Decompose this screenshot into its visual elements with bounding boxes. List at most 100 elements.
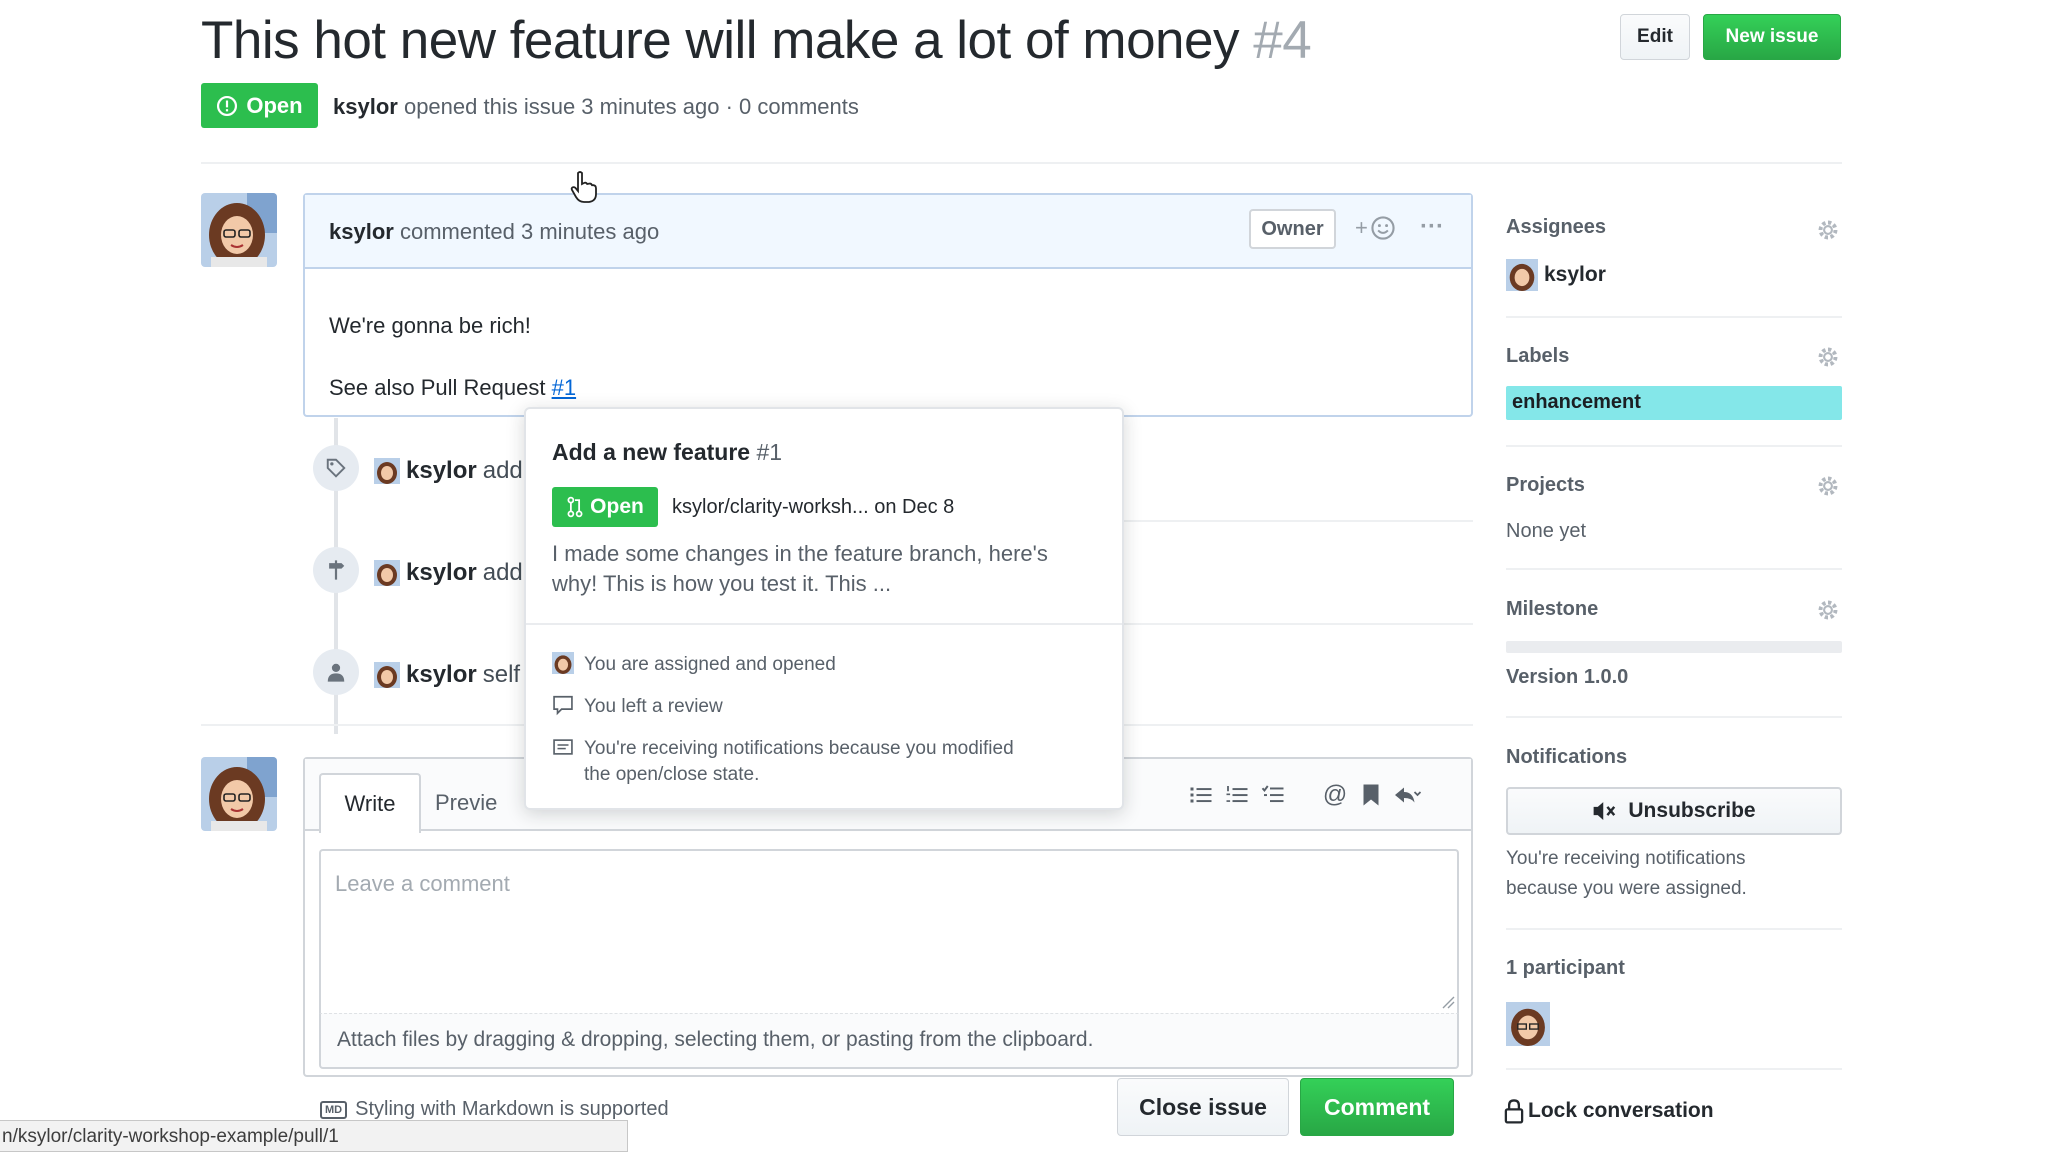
milestone-icon [313, 547, 359, 593]
pull-request-hovercard: Add a new feature #1 Open ksylor/clarity… [524, 407, 1124, 810]
lock-conversation-label: Lock conversation [1528, 1099, 1714, 1122]
lock-icon [1504, 1099, 1524, 1124]
unsubscribe-button[interactable]: Unsubscribe [1506, 787, 1842, 835]
notification-icon [553, 739, 573, 755]
comment-more-options-button[interactable]: ··· [1420, 213, 1444, 241]
issue-state-badge: Open [201, 83, 318, 128]
lock-conversation-button[interactable]: Lock conversation [1504, 1098, 1714, 1124]
tab-write[interactable]: Write [319, 773, 421, 833]
issue-state-label: Open [246, 92, 303, 118]
avatar-small-icon [374, 662, 400, 688]
browser-status-bar: n/ksylor/clarity-workshop-example/pull/1 [0, 1120, 628, 1152]
markdown-toolbar: @ [1185, 779, 1423, 811]
comment-icon [553, 695, 573, 716]
markdown-icon: MD [320, 1100, 348, 1119]
issue-meta: ksylor opened this issue 3 minutes ago ·… [333, 94, 859, 120]
mention-icon[interactable]: @ [1319, 779, 1351, 811]
hovercard-number: #1 [756, 439, 783, 465]
ordered-list-icon[interactable] [1221, 779, 1253, 811]
gear-icon[interactable] [1816, 218, 1840, 242]
timeline-user[interactable]: ksylor [406, 457, 477, 485]
issue-title: This hot new feature will make a lot of … [201, 10, 1312, 71]
unordered-list-icon[interactable] [1185, 779, 1217, 811]
avatar[interactable] [201, 193, 277, 267]
comment-author-line: ksylor commented 3 minutes ago [329, 219, 659, 245]
timeline-divider [1124, 623, 1473, 625]
new-issue-button[interactable]: New issue [1703, 14, 1841, 60]
reply-icon[interactable] [1391, 779, 1423, 811]
comment-button[interactable]: Comment [1300, 1078, 1454, 1136]
markdown-note: MD Styling with Markdown is supported [320, 1098, 669, 1121]
markdown-note-text[interactable]: Styling with Markdown is supported [355, 1098, 668, 1121]
edit-button[interactable]: Edit [1620, 14, 1690, 60]
pull-request-link[interactable]: #1 [552, 375, 576, 400]
participants-heading: 1 participant [1506, 957, 1625, 979]
notifications-reason: You're receiving notifications because y… [1506, 844, 1747, 904]
participant-avatar[interactable] [1506, 1002, 1550, 1046]
assignee-name: ksylor [1544, 263, 1606, 286]
issue-comment: ksylor commented 3 minutes ago Owner + ·… [303, 193, 1473, 417]
comment-input[interactable]: Leave a comment [319, 849, 1459, 1013]
issue-meta-text: opened this issue 3 minutes ago · 0 comm… [403, 94, 859, 119]
task-list-icon[interactable] [1257, 779, 1289, 811]
hovercard-title[interactable]: Add a new feature #1 [552, 439, 782, 466]
sidebar-divider [1506, 445, 1842, 447]
comment-line-2-prefix: See also Pull Request [329, 375, 546, 400]
hovercard-description: I made some changes in the feature branc… [552, 541, 1048, 596]
timeline-user[interactable]: ksylor [406, 661, 477, 689]
gear-icon[interactable] [1816, 345, 1840, 369]
smiley-icon [1371, 216, 1395, 240]
timeline-user[interactable]: ksylor [406, 559, 477, 587]
hovercard-repo[interactable]: ksylor/clarity-worksh... on Dec 8 [672, 496, 954, 519]
sidebar-divider [1506, 928, 1842, 930]
hovercard-reason-text: You're receiving notifications because y… [584, 736, 1014, 788]
sidebar-divider [1506, 316, 1842, 318]
notifications-reason-line: You're receiving notifications [1506, 848, 1746, 869]
avatar-small-icon [552, 652, 574, 674]
avatar-image [201, 193, 277, 267]
hovercard-title-text: Add a new feature [552, 439, 751, 465]
avatar-image [201, 757, 277, 831]
gear-icon[interactable] [1816, 598, 1840, 622]
add-reaction-plus: + [1355, 215, 1368, 240]
attach-files-area[interactable]: Attach files by dragging & dropping, sel… [319, 1013, 1459, 1069]
comment-timestamp[interactable]: commented 3 minutes ago [400, 219, 659, 244]
timeline-item: ksylor add [374, 559, 523, 587]
issue-opened-icon [217, 95, 238, 116]
hovercard-divider [526, 623, 1122, 625]
avatar-small-icon [1506, 259, 1538, 291]
timeline-action: self [482, 661, 521, 688]
hovercard-reason-text: You are assigned and opened [584, 654, 836, 675]
issue-author-link[interactable]: ksylor [333, 94, 398, 119]
avatar[interactable] [201, 757, 277, 831]
sidebar-divider [1506, 568, 1842, 570]
git-pull-request-icon [567, 496, 583, 518]
resize-handle-icon[interactable] [1441, 995, 1455, 1009]
person-icon [313, 649, 359, 695]
avatar-small-icon [374, 560, 400, 586]
header-divider [201, 162, 1842, 164]
gear-icon[interactable] [1816, 474, 1840, 498]
close-issue-button[interactable]: Close issue [1117, 1078, 1289, 1136]
hovercard-state-label: Open [590, 495, 644, 518]
timeline-item: ksylor add [374, 457, 523, 485]
tab-preview[interactable]: Previe [435, 773, 525, 833]
assignee-item[interactable]: ksylor [1506, 259, 1606, 291]
tag-icon [313, 445, 359, 491]
notifications-heading: Notifications [1506, 746, 1628, 768]
bookmark-icon[interactable] [1355, 779, 1387, 811]
milestone-value[interactable]: Version 1.0.0 [1506, 666, 1628, 689]
comment-author-link[interactable]: ksylor [329, 219, 394, 244]
issue-number: #4 [1253, 11, 1312, 70]
hovercard-reason: You are assigned and opened [552, 652, 836, 678]
assignees-heading: Assignees [1506, 216, 1607, 238]
unsubscribe-label: Unsubscribe [1628, 799, 1756, 822]
label-enhancement[interactable]: enhancement [1506, 386, 1842, 420]
mute-icon [1594, 802, 1616, 820]
milestone-progress-bar [1506, 641, 1842, 653]
issue-title-text: This hot new feature will make a lot of … [201, 11, 1240, 70]
add-reaction-button[interactable]: + [1355, 215, 1396, 241]
hovercard-reason: You're receiving notifications because y… [552, 736, 1014, 788]
projects-value: None yet [1506, 520, 1587, 542]
avatar-small-icon [374, 458, 400, 484]
